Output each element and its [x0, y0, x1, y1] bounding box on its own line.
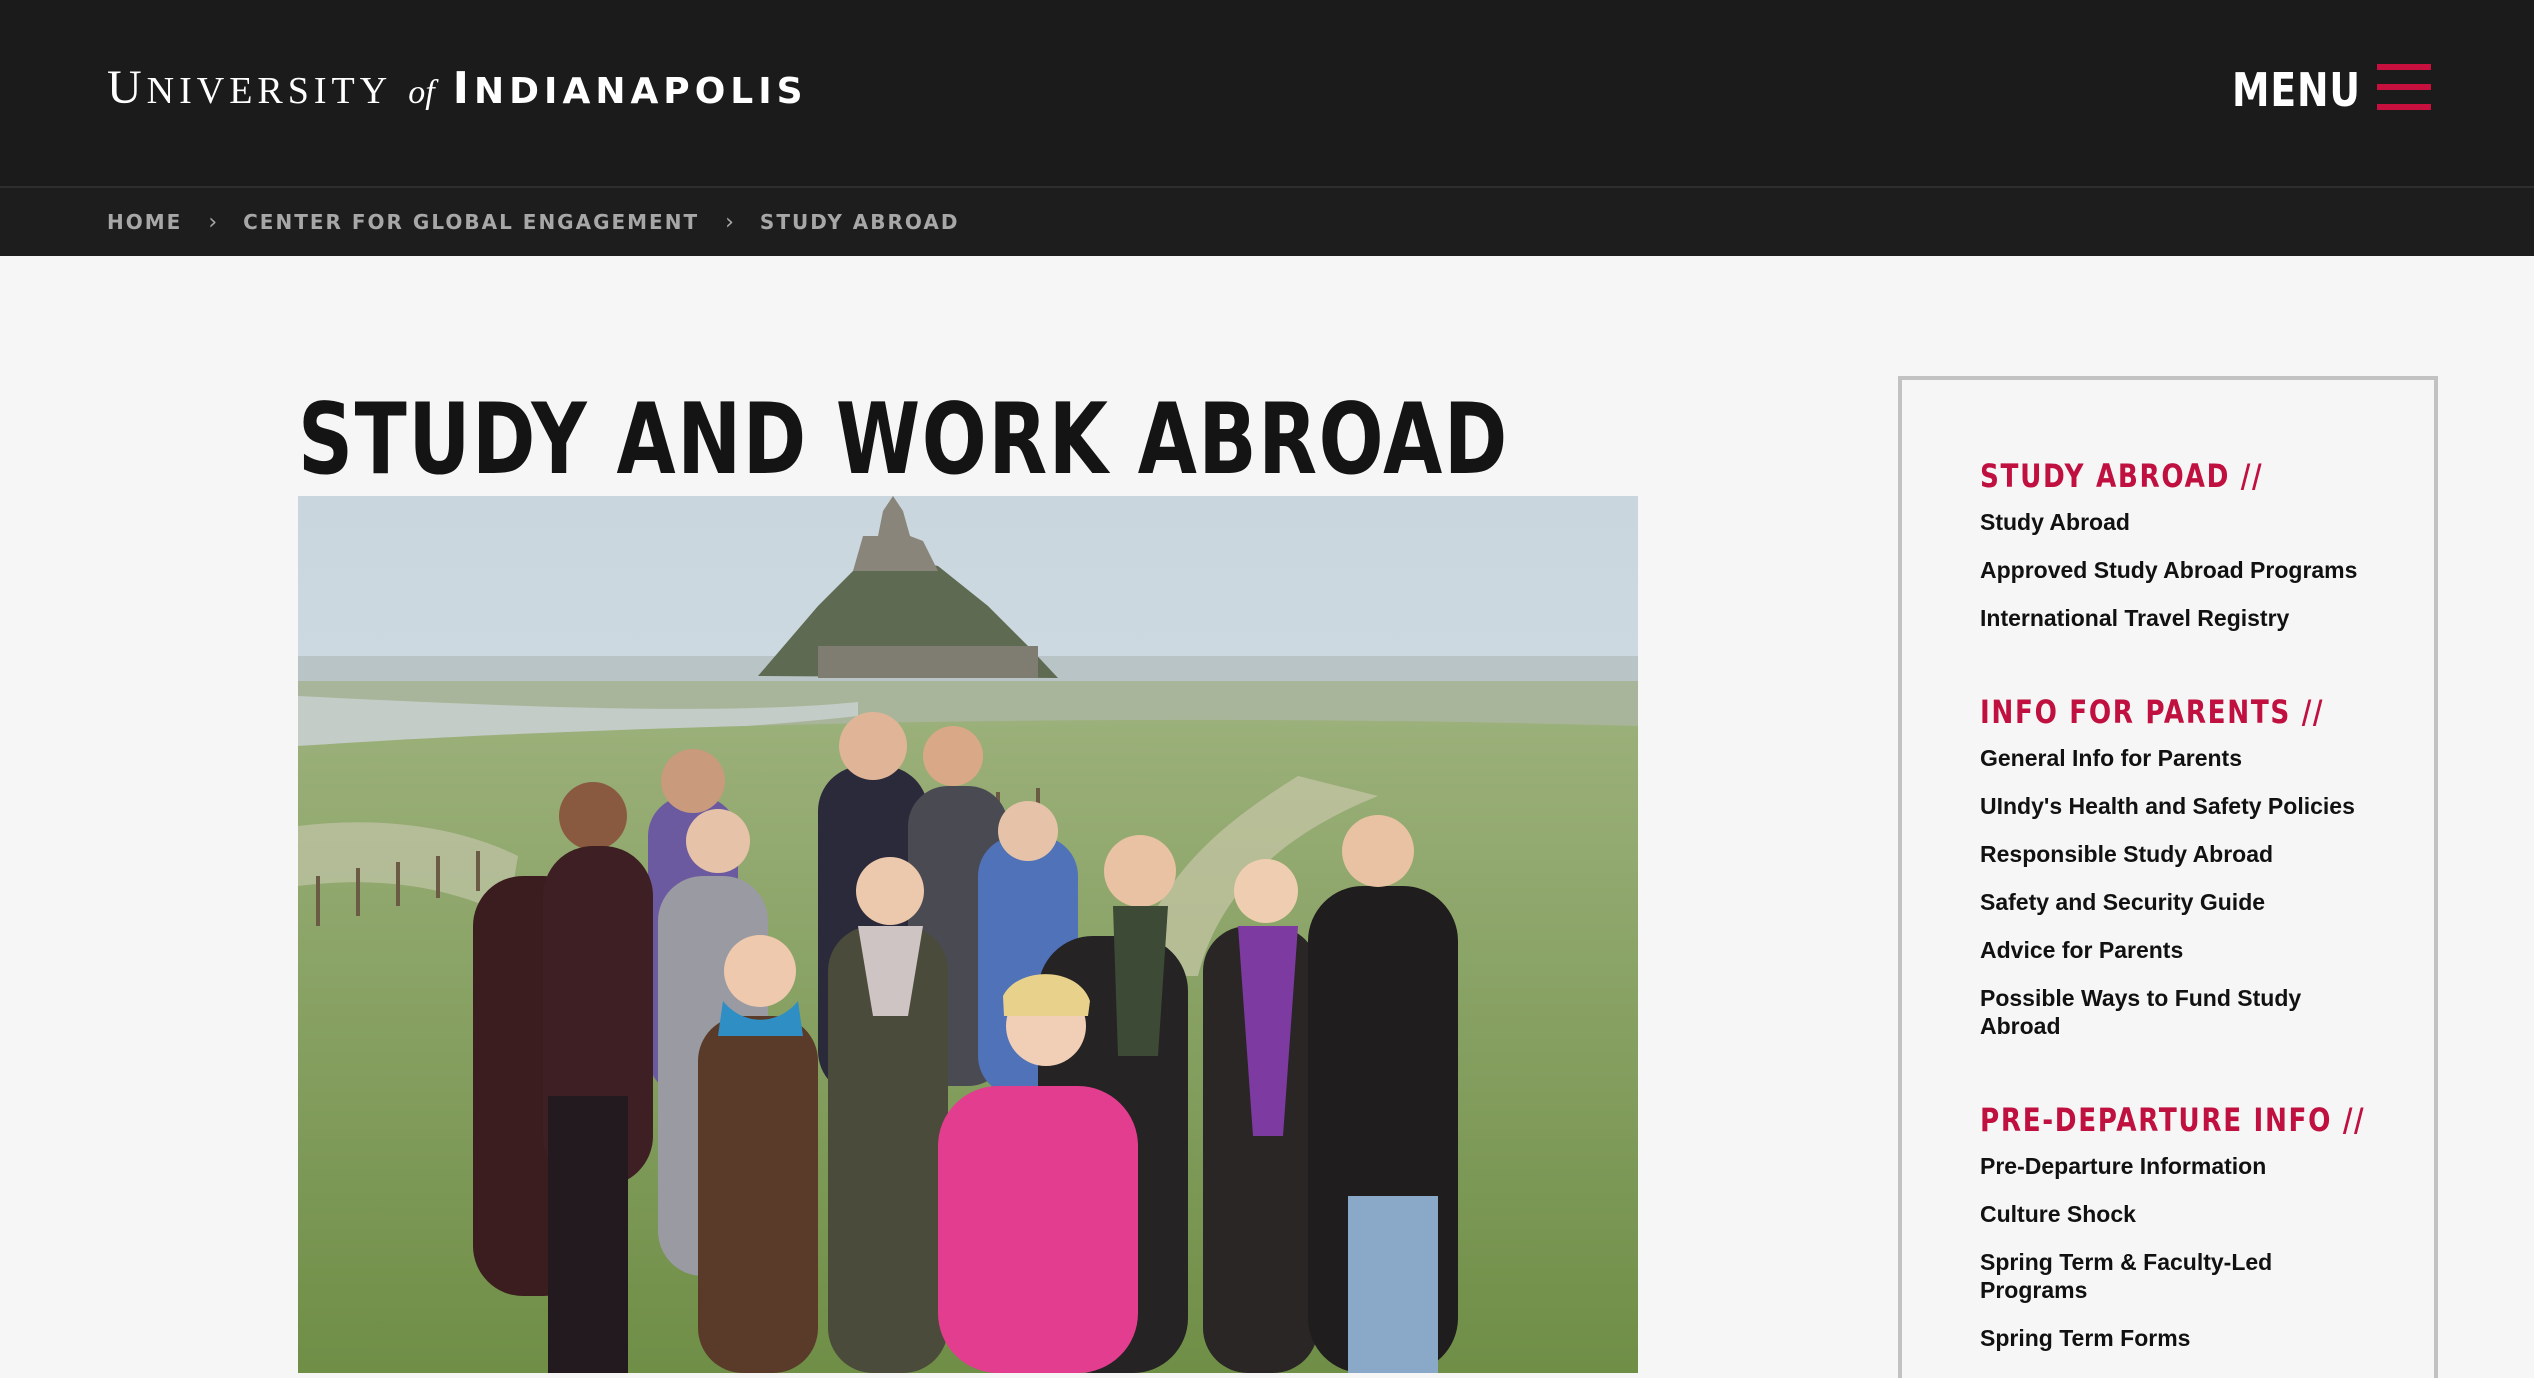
sidebar-link-spring-term-programs[interactable]: Spring Term & Faculty-Led Programs [1980, 1248, 2310, 1304]
site-header: UNIVERSITY of INDIANAPOLIS MENU [0, 0, 2534, 186]
breadcrumb: HOME › CENTER FOR GLOBAL ENGAGEMENT › ST… [107, 188, 959, 256]
sidebar-link-safety-security-guide[interactable]: Safety and Security Guide [1980, 888, 2380, 916]
sidebar-link-responsible-study-abroad[interactable]: Responsible Study Abroad [1980, 840, 2380, 868]
sidebar-link-health-safety-policies[interactable]: UIndy's Health and Safety Policies [1980, 792, 2380, 820]
sidebar-link-study-abroad[interactable]: Study Abroad [1980, 508, 2380, 536]
hamburger-icon [2377, 64, 2431, 110]
sidebar-section-title-pre-departure: PRE-DEPARTURE INFO // [1980, 1101, 2366, 1139]
sidebar-section-title-study-abroad: STUDY ABROAD // [1980, 457, 2264, 495]
menu-button[interactable]: MENU [2232, 58, 2431, 122]
sidebar-link-advice-parents[interactable]: Advice for Parents [1980, 936, 2380, 964]
sidebar-link-culture-shock[interactable]: Culture Shock [1980, 1200, 2380, 1228]
page-title: STUDY AND WORK ABROAD [298, 383, 1509, 497]
sidebar-section-title-parents: INFO FOR PARENTS // [1980, 693, 2325, 731]
sidebar-link-fund-study-abroad[interactable]: Possible Ways to Fund Study Abroad [1980, 984, 2320, 1040]
sidebar-link-spring-term-forms[interactable]: Spring Term Forms [1980, 1324, 2380, 1352]
chevron-right-icon: › [725, 209, 734, 235]
university-logo[interactable]: UNIVERSITY of INDIANAPOLIS [107, 60, 808, 114]
chevron-right-icon: › [208, 209, 218, 235]
logo-indianapolis-text: INDIANAPOLIS [452, 63, 808, 114]
sidebar-link-approved-programs[interactable]: Approved Study Abroad Programs [1980, 556, 2380, 584]
sidebar-link-travel-registry[interactable]: International Travel Registry [1980, 604, 2380, 632]
breadcrumb-global-engagement[interactable]: CENTER FOR GLOBAL ENGAGEMENT [243, 210, 699, 234]
sidebar-link-pre-departure-info[interactable]: Pre-Departure Information [1980, 1152, 2380, 1180]
menu-label: MENU [2232, 63, 2361, 117]
logo-of-text: of [408, 74, 435, 111]
logo-university-text: UNIVERSITY [107, 61, 393, 114]
breadcrumb-study-abroad[interactable]: STUDY ABROAD [760, 210, 960, 234]
sidebar-nav: STUDY ABROAD // Study Abroad Approved St… [1898, 376, 2438, 1378]
breadcrumb-bar: HOME › CENTER FOR GLOBAL ENGAGEMENT › ST… [0, 186, 2534, 256]
hero-photo [298, 496, 1638, 1373]
breadcrumb-home[interactable]: HOME [107, 210, 182, 234]
sidebar-link-general-info-parents[interactable]: General Info for Parents [1980, 744, 2380, 772]
